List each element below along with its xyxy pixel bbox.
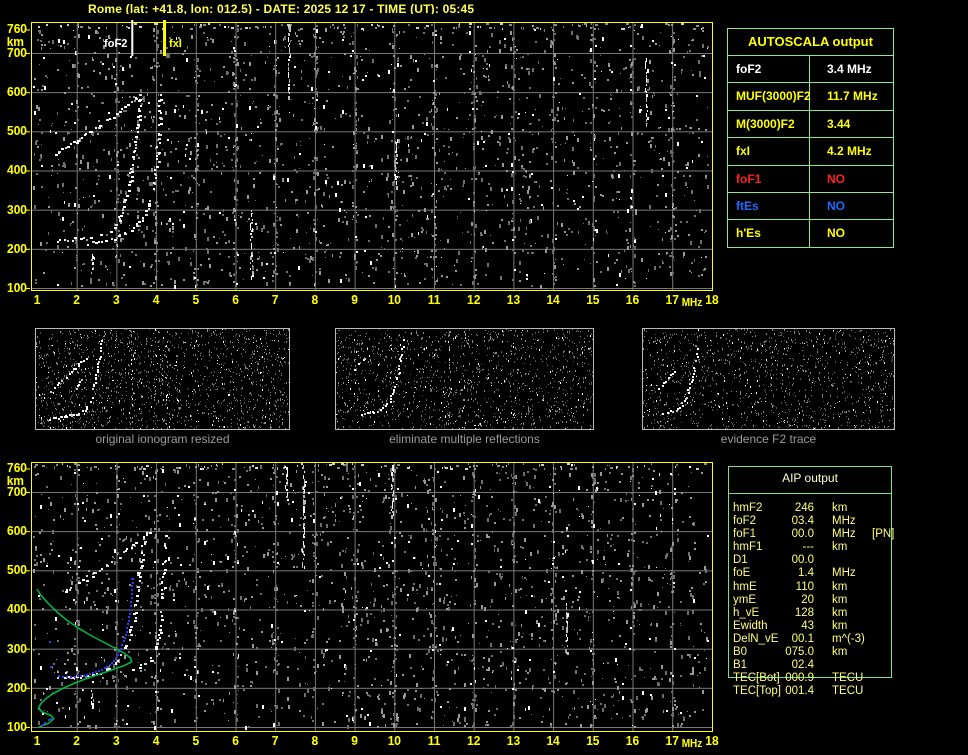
param-value: 00.0 (791, 528, 814, 541)
param-label: foE (733, 567, 751, 580)
autoscala-table-header: AUTOSCALA output (728, 29, 893, 56)
table-row: TEC[Top] 001.4 TECU (733, 685, 894, 698)
param-value: 246 (794, 502, 814, 514)
table-row: foF1 00.0 MHz [PN] (733, 528, 894, 541)
thumbnail-eliminate-multiple-reflections (335, 328, 594, 430)
param-unit: m^(-3) (832, 632, 865, 645)
thumbnail-caption: eliminate multiple reflections (389, 432, 540, 446)
param-unit: km (832, 502, 848, 514)
autoscala-output-screen: Rome (lat: +41.8, lon: 012.5) - DATE: 20… (0, 0, 968, 755)
aip-table-header: AIP output (782, 471, 838, 485)
param-value: 00.1 (791, 632, 814, 645)
thumbnail-original-ionogram (35, 328, 290, 430)
thumbnail-caption: evidence F2 trace (720, 432, 817, 446)
param-unit (832, 554, 870, 567)
table-row: TEC[Bot] 000.9 TECU (733, 672, 894, 685)
param-label: h_vE (733, 606, 760, 619)
table-row: B0 075.0 km (733, 646, 894, 659)
table-row: hmE 110 km (733, 581, 894, 594)
param-unit: km (832, 646, 848, 659)
param-note: [PN] (872, 528, 895, 541)
param-label: TEC[Bot] (733, 672, 780, 685)
param-label: fxI (728, 138, 810, 165)
param-label: hmF1 (733, 541, 763, 554)
table-row: foF1 NO (728, 165, 893, 193)
param-label: MUF(3000)F2 (728, 83, 811, 110)
param-unit: TECU (832, 672, 864, 685)
param-label: TEC[Top] (733, 685, 781, 698)
param-value: 000.9 (785, 672, 814, 685)
param-unit: MHz (832, 528, 856, 541)
autoscala-table: AUTOSCALA output foF2 3.4 MHz MUF(3000)F… (727, 28, 894, 248)
param-value: 3.4 MHz (827, 62, 872, 76)
param-label: foF2 (728, 56, 810, 83)
param-label: foF1 (728, 165, 810, 192)
param-value: NO (827, 226, 845, 241)
table-row: ymE 20 km (733, 594, 894, 607)
param-label: Ewidth (733, 619, 768, 632)
thumbnail-caption: original ionogram resized (95, 432, 230, 446)
table-row: foF2 03.4 MHz (733, 515, 894, 528)
aip-table: hmF2 246 km foF2 03.4 MHz foF1 00.0 MHz [PN] hm… (733, 502, 894, 698)
param-unit (832, 659, 870, 672)
param-unit: km (832, 593, 848, 606)
param-value: 110 (795, 580, 814, 593)
param-label: D1 (733, 554, 748, 567)
param-unit: MHz (832, 567, 856, 580)
top-ionogram-canvas (0, 14, 724, 316)
param-label: hmF2 (733, 502, 763, 514)
param-unit: km (832, 606, 848, 619)
param-value: 128 (794, 606, 814, 619)
param-label: DelN_vE (733, 632, 779, 645)
param-unit: km (832, 619, 848, 632)
table-row: foF2 3.4 MHz (728, 56, 893, 84)
param-unit: km (832, 541, 848, 554)
param-value: 20 (801, 593, 814, 606)
aip-header-divider (728, 493, 892, 494)
param-unit: km (832, 580, 848, 593)
param-label: B1 (733, 659, 748, 672)
bottom-ionogram-canvas (0, 452, 724, 755)
param-label: foF1 (733, 528, 757, 541)
table-row: ftEs NO (728, 192, 893, 221)
param-label: foF2 (733, 515, 757, 528)
param-label: hmE (733, 580, 757, 593)
param-value: NO (827, 171, 845, 186)
table-row: foE 1.4 MHz (733, 567, 894, 580)
table-row: hmF1 --- km (733, 541, 894, 554)
param-value: 11.7 MHz (827, 89, 878, 104)
param-value: 075.0 (785, 646, 814, 659)
table-row: hmF2 246 km (733, 502, 894, 515)
param-value: 3.44 (827, 116, 851, 131)
param-value: 001.4 (785, 685, 814, 698)
table-row: fxI 4.2 MHz (728, 138, 893, 166)
table-row: B1 02.4 (733, 659, 894, 672)
param-value: 00.0 (791, 554, 814, 567)
table-row: h_vE 128 km (733, 607, 894, 620)
param-value: 4.2 MHz (827, 144, 872, 159)
table-row: D1 00.0 (733, 554, 894, 567)
param-value: 02.4 (791, 659, 814, 672)
param-value: 43 (801, 619, 814, 632)
param-value: 03.4 (791, 515, 814, 528)
param-value: --- (802, 541, 815, 554)
param-unit: TECU (832, 685, 864, 698)
param-unit: MHz (832, 515, 856, 528)
param-label: B0 (733, 646, 748, 659)
param-label: ftEs (728, 192, 810, 220)
param-value: NO (827, 198, 845, 213)
table-row: DelN_vE 00.1 m^(-3) (733, 633, 894, 646)
table-row: MUF(3000)F2 11.7 MHz (728, 83, 893, 111)
param-label: h'Es (728, 220, 810, 247)
table-row: M(3000)F2 3.44 (728, 110, 893, 139)
param-label: ymE (733, 593, 756, 606)
table-row: h'Es NO (728, 220, 893, 247)
thumbnail-evidence-f2-trace (642, 328, 895, 430)
param-label: M(3000)F2 (728, 110, 810, 138)
table-row: Ewidth 43 km (733, 620, 894, 633)
param-value: 1.4 (798, 567, 814, 580)
